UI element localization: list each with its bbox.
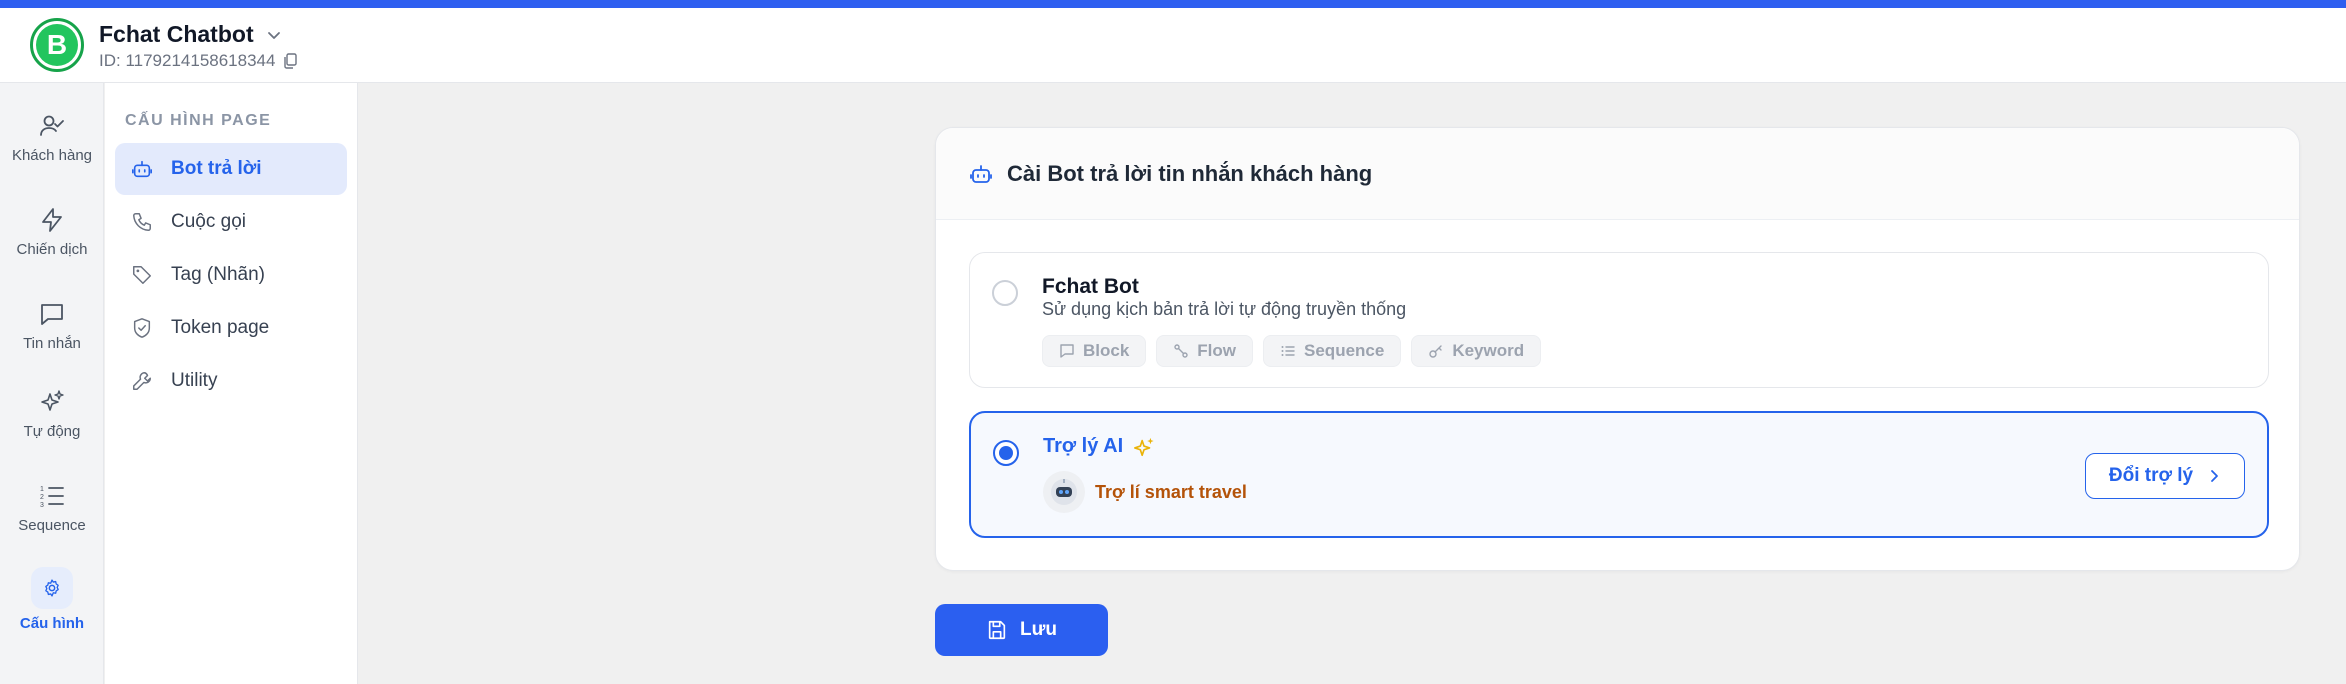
subnav-item-bot-reply[interactable]: Bot trả lời [115, 143, 347, 195]
phone-icon [133, 213, 151, 231]
logo-letter: B [36, 24, 78, 66]
app-id-row: ID: 1179214158618344 [99, 51, 298, 71]
subnav-label: Tag (Nhãn) [171, 264, 265, 285]
nav-label: Sequence [18, 517, 86, 534]
switch-assistant-button[interactable]: Đổi trợ lý [2085, 453, 2245, 499]
shield-icon [133, 318, 151, 338]
feature-chips: Block Flow Sequence Keyword [1042, 335, 1542, 367]
list-icon [1281, 346, 1295, 356]
subnav-item-utility[interactable]: Utility [115, 355, 347, 407]
bot-icon [132, 160, 152, 178]
tag-icon [133, 266, 151, 284]
nav-item-messages[interactable]: Tin nhắn [0, 301, 104, 352]
chevron-down-icon [267, 31, 280, 39]
chip-label: Keyword [1452, 341, 1525, 360]
chip-label: Sequence [1304, 341, 1385, 360]
chip-label: Block [1083, 341, 1130, 360]
nav-label: Tự động [23, 423, 81, 440]
card-header: Cài Bot trả lời tin nhắn khách hàng [936, 128, 2299, 220]
switch-assistant-label: Đổi trợ lý [2108, 465, 2194, 486]
nav-item-customers[interactable]: Khách hàng [0, 113, 104, 164]
svg-text:1: 1 [40, 486, 44, 493]
users-check-icon [40, 115, 64, 136]
app-id: ID: 1179214158618344 [99, 51, 276, 70]
app-switcher[interactable]: Fchat Chatbot [99, 21, 282, 48]
radio-ai-assistant[interactable] [993, 440, 1019, 466]
nav-item-automation[interactable]: Tự động [0, 389, 104, 440]
option-ai-assistant[interactable]: Trợ lý AI Trợ lí smart travel Đổi trợ lý [969, 411, 2269, 538]
robot-avatar-icon [1051, 479, 1077, 505]
chip-sequence: Sequence [1263, 335, 1402, 367]
svg-text:2: 2 [40, 494, 44, 501]
copy-icon[interactable] [283, 53, 298, 69]
subnav-label: Cuộc gọi [171, 211, 246, 232]
nav-item-campaigns[interactable]: Chiến dịch [0, 207, 104, 258]
chevron-right-icon [2211, 470, 2219, 482]
radio-fchat-bot[interactable] [992, 280, 1018, 306]
nav-label: Tin nhắn [23, 335, 81, 352]
nav-label: Khách hàng [11, 147, 93, 164]
assistant-name: Trợ lí smart travel [1095, 481, 1247, 502]
numbered-list-icon: 123 [40, 486, 64, 509]
chip-flow: Flow [1156, 335, 1254, 367]
subnav-label: Bot trả lời [171, 158, 262, 179]
primary-nav: Khách hàng Chiến dịch Tin nhắn Tự động 1… [0, 83, 104, 684]
flow-icon [1174, 344, 1188, 358]
option-fchat-bot[interactable]: Fchat Bot Sử dụng kịch bản trả lời tự độ… [969, 252, 2269, 388]
subnav-item-calls[interactable]: Cuộc gọi [115, 196, 347, 248]
nav-label: Cấu hình [19, 615, 85, 632]
radio-selected-dot [999, 446, 1013, 460]
settings-subnav: CẤU HÌNH PAGE Bot trả lời Cuộc gọi Tag (… [105, 83, 358, 684]
settings-icon-bubble [31, 567, 73, 609]
sparkle-icon [1134, 437, 1154, 456]
save-label: Lưu [1020, 619, 1057, 640]
message-icon [41, 304, 63, 325]
app-name: Fchat Chatbot [99, 21, 254, 47]
svg-text:3: 3 [40, 502, 44, 509]
app-logo: B [30, 18, 84, 72]
top-accent-bar [0, 0, 2346, 8]
nav-item-settings[interactable]: Cấu hình [0, 567, 104, 632]
subnav-title: CẤU HÌNH PAGE [125, 112, 272, 129]
option-title: Trợ lý AI [1043, 435, 1124, 457]
option-description: Sử dụng kịch bản trả lời tự động truyền … [1042, 299, 1407, 319]
subnav-label: Utility [171, 370, 218, 391]
save-button[interactable]: Lưu [935, 604, 1108, 656]
wrench-icon [133, 372, 151, 390]
subnav-item-tags[interactable]: Tag (Nhãn) [115, 249, 347, 301]
save-icon [988, 620, 1006, 640]
sparkle-icon [41, 390, 64, 411]
assistant-avatar [1043, 471, 1085, 513]
option-title: Fchat Bot [1042, 275, 1139, 298]
ai-option-title-row: Trợ lý AI [1043, 435, 1155, 458]
assistant-row: Trợ lí smart travel [1043, 471, 1247, 513]
bot-settings-card: Cài Bot trả lời tin nhắn khách hàng Fcha… [935, 127, 2300, 571]
message-icon [1060, 344, 1074, 358]
header: B Fchat Chatbot ID: 1179214158618344 [0, 8, 2346, 83]
card-title: Cài Bot trả lời tin nhắn khách hàng [1007, 160, 1373, 186]
lightning-icon [42, 208, 62, 232]
subnav-item-token-page[interactable]: Token page [115, 302, 347, 354]
gear-icon [45, 579, 59, 597]
chip-keyword: Keyword [1411, 335, 1542, 367]
key-icon [1429, 345, 1443, 358]
nav-item-sequence[interactable]: 123 Sequence [0, 483, 104, 534]
chip-label: Flow [1197, 341, 1237, 360]
nav-label: Chiến dịch [16, 241, 88, 258]
bot-icon [970, 164, 992, 183]
subnav-label: Token page [171, 317, 270, 338]
chip-block: Block [1042, 335, 1147, 367]
